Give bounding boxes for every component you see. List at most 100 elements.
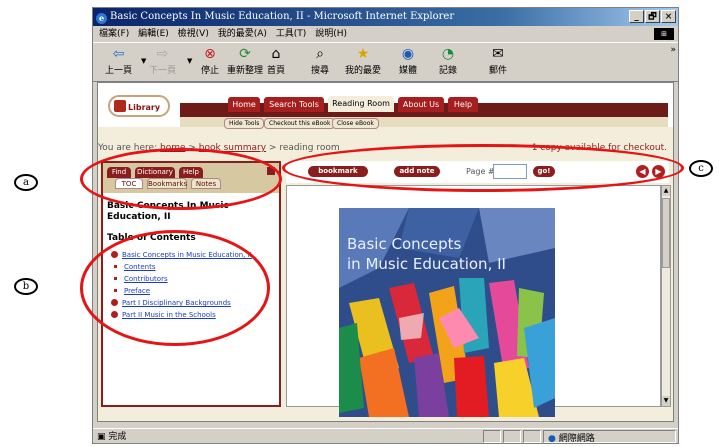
status-bar: ▣ 完成 ● 網際網路 [93,428,678,445]
left-panel: Find Dictionary Help TOC Bookmarks Notes… [101,161,281,407]
cover-title: Basic Concepts in Music Education, II [347,235,506,273]
menu-view[interactable]: 檢視(V) [178,29,209,39]
stop-icon: ⊗ [204,46,216,62]
page-number-label: Page # [466,167,495,176]
panel-close-icon[interactable] [267,167,275,175]
breadcrumb-summary-link[interactable]: book summary [199,143,266,153]
history-button[interactable]: ◔ 記錄 [439,45,457,76]
breadcrumb-current: reading room [279,143,340,153]
viewer-scrollbar[interactable]: ▲ ▼ [661,185,671,407]
book-title: Basic Concepts In Music Education, II [107,201,229,222]
forward-button[interactable]: ⇨ 下一頁 [149,45,176,76]
back-dropdown-icon[interactable]: ▼ [141,57,146,65]
annotation-label-b: b [14,278,38,295]
refresh-icon: ⟳ [239,46,251,62]
library-logo-icon [114,100,126,112]
browser-toolbar: ⇦ 上一頁 ▼ ⇨ 下一頁 ▼ ⊗ 停止 ⟳ 重新整理 ⌂ 首頁 ⌕ 搜尋 ★ 我的最愛 ◉ 媒… [93,42,678,82]
tab-panel-help[interactable]: Help [179,167,203,178]
left-panel-tabs: Find Dictionary Help TOC Bookmarks Notes [103,163,279,193]
home-button[interactable]: ⌂ 首頁 [267,45,285,76]
mail-button[interactable]: ✉ 郵件 [489,45,507,76]
tab-bookmarks[interactable]: Bookmarks [147,178,187,189]
media-button[interactable]: ◉ 媒體 [399,45,417,76]
forward-dropdown-icon[interactable]: ▼ [187,57,192,65]
book-cover-image: Basic Concepts in Music Education, II [339,208,555,417]
back-button[interactable]: ⇦ 上一頁 [105,45,132,76]
menu-bar: 檔案(F) 編輯(E) 檢視(V) 我的最愛(A) 工具(T) 說明(H) [93,26,678,42]
toc-item[interactable]: Contributors [111,275,168,283]
breadcrumb: You are here: home > book summary > read… [98,143,340,153]
status-section [523,430,541,443]
tab-home[interactable]: Home [228,97,260,112]
tab-notes[interactable]: Notes [191,178,221,189]
favorites-icon: ★ [356,46,370,62]
copy-availability: 1 copy available for checkout. [531,143,667,153]
history-icon: ◔ [441,46,455,62]
scroll-up-icon[interactable]: ▲ [662,186,670,196]
menu-favorites[interactable]: 我的最愛(A) [218,29,267,39]
toc-item[interactable]: Contents [111,263,156,271]
library-logo[interactable]: Library [108,95,170,117]
close-ebook-button[interactable]: Close eBook [332,118,379,129]
tab-reading-room[interactable]: Reading Room [328,96,394,112]
viewer-controls: bookmark page add note Page # go! ◀ ▶ [286,161,669,186]
favorites-button[interactable]: ★ 我的最愛 [345,45,381,76]
menu-edit[interactable]: 編輯(E) [138,29,169,39]
menu-file[interactable]: 檔案(F) [99,29,129,39]
restore-button[interactable]: 🗗 [645,10,660,23]
globe-icon: ● [548,434,556,444]
toc-dot-icon [114,277,117,280]
media-icon: ◉ [401,46,415,62]
add-note-button[interactable]: add note [394,166,440,177]
minimize-button[interactable]: _ [629,10,644,23]
checkout-ebook-button[interactable]: Checkout this eBook [264,118,336,129]
toc-item[interactable]: Basic Concepts in Music Education, II [111,251,252,259]
home-icon: ⌂ [271,46,281,62]
status-section [503,430,521,443]
toc-bullet-icon [111,311,118,318]
breadcrumb-home-link[interactable]: home [160,143,186,153]
annotation-label-a: a [14,174,38,191]
toc-bullet-icon [111,299,118,306]
scroll-thumb[interactable] [662,198,670,268]
back-arrow-icon: ⇦ [112,46,125,62]
toc-bullet-icon [111,251,118,258]
prev-page-icon[interactable]: ◀ [636,165,649,178]
toc-item[interactable]: Part II Music in the Schools [111,311,216,319]
status-section [483,430,501,443]
search-button[interactable]: ⌕ 搜尋 [311,45,329,76]
library-header: Library Home Search Tools Reading Room A… [98,83,673,129]
windows-logo-icon: ⊞ [654,28,674,40]
tab-about-us[interactable]: About Us [398,97,444,112]
status-page-icon: ▣ [97,432,106,442]
toc-item[interactable]: Part I Disciplinary Backgrounds [111,299,231,307]
toc-dot-icon [114,289,117,292]
status-text: 完成 [108,432,127,442]
page-number-input[interactable] [493,164,527,179]
menu-help[interactable]: 說明(H) [315,29,347,39]
forward-arrow-icon: ⇨ [156,46,169,62]
hide-tools-button[interactable]: Hide Tools [224,118,265,129]
search-icon: ⌕ [316,46,324,62]
title-bar: e Basic Concepts In Music Education, II -… [93,8,678,26]
mail-icon: ✉ [492,46,504,62]
scroll-down-icon[interactable]: ▼ [662,396,670,406]
toolbar-overflow-icon[interactable]: » [670,45,676,55]
tab-search-tools[interactable]: Search Tools [264,97,324,112]
go-button[interactable]: go! [533,166,555,177]
refresh-button[interactable]: ⟳ 重新整理 [227,45,263,76]
tab-help[interactable]: Help [448,97,478,112]
toc-item[interactable]: Preface [111,287,150,295]
next-page-icon[interactable]: ▶ [652,165,665,178]
bookmark-page-button[interactable]: bookmark page [308,166,368,186]
toc-dot-icon [114,265,117,268]
close-button[interactable]: × [661,10,676,23]
tab-toc[interactable]: TOC [115,178,143,189]
window-title: Basic Concepts In Music Education, II - … [110,11,455,22]
stop-button[interactable]: ⊗ 停止 [201,45,219,76]
tab-dictionary[interactable]: Dictionary [135,167,175,178]
status-zone: ● 網際網路 [543,430,676,444]
ie-icon: e [96,13,107,24]
tab-find[interactable]: Find [107,167,131,178]
menu-tools[interactable]: 工具(T) [276,29,307,39]
